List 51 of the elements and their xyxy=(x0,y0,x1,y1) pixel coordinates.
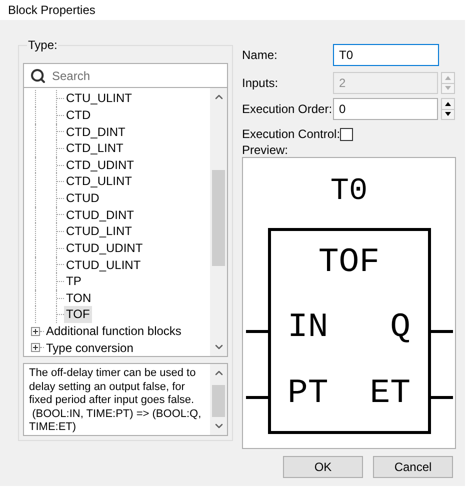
group-label: Type: xyxy=(27,38,58,52)
ok-button[interactable]: OK xyxy=(283,456,363,478)
spin-up-button[interactable] xyxy=(441,98,455,110)
triangle-up-icon xyxy=(445,102,451,106)
expand-icon[interactable] xyxy=(31,326,40,336)
tree-item[interactable]: CTU_ULINT xyxy=(64,90,134,107)
triangle-up-icon xyxy=(445,76,451,80)
input-pin-label: PT xyxy=(288,374,328,414)
tree-item[interactable]: CTUD_UDINT xyxy=(64,240,145,256)
tree-group[interactable]: Type conversion xyxy=(44,340,136,356)
spin-down-button[interactable] xyxy=(441,110,455,120)
scrollbar[interactable] xyxy=(210,88,227,356)
preview-label: Preview: xyxy=(242,143,290,157)
tree-item[interactable]: TP xyxy=(64,273,84,290)
tree-item[interactable]: TON xyxy=(64,290,94,306)
checkbox[interactable] xyxy=(340,128,354,140)
search-icon xyxy=(30,68,46,84)
instance-name: T0 xyxy=(330,174,368,210)
search-input[interactable]: Search xyxy=(52,66,221,85)
scrollbar[interactable] xyxy=(210,364,227,435)
expand-icon[interactable] xyxy=(31,343,40,352)
block-type: TOF xyxy=(317,242,381,284)
triangle-down-icon xyxy=(445,86,451,90)
output-pin-label: ET xyxy=(370,374,410,414)
description-text: The off-delay timer can be used to delay setting an output false, for fixed period after input goes false. (BOOL:IN, TIME:PT) => (BOOL:Q, TIME:ET) xyxy=(29,367,202,435)
tree-item[interactable]: CTD_DINT xyxy=(64,124,128,140)
checkbox-label: Execution Control: xyxy=(242,126,340,143)
output-pin-label: Q xyxy=(390,308,410,348)
triangle-down-icon xyxy=(445,112,451,116)
search-field[interactable]: Search xyxy=(23,63,228,88)
tree-item[interactable]: CTD_ULINT xyxy=(64,173,134,190)
tree-group[interactable]: Additional function blocks xyxy=(44,323,184,340)
tree-item[interactable]: CTUD_LINT xyxy=(64,223,134,240)
tree-item[interactable]: CTUD_ULINT xyxy=(64,256,143,274)
text-field[interactable]: T0 xyxy=(333,44,439,66)
number-field[interactable]: 0 xyxy=(333,98,438,120)
tree-item[interactable]: CTUD xyxy=(64,190,102,207)
tree-item[interactable]: CTD_LINT xyxy=(64,140,126,157)
tree-item[interactable]: CTD xyxy=(64,106,93,124)
scrollbar-thumb[interactable] xyxy=(212,170,225,266)
field-label: Execution Order: xyxy=(242,101,333,118)
field-label: Name: xyxy=(242,47,278,64)
tree-item[interactable]: CTUD_DINT xyxy=(64,206,136,224)
field-label: Inputs: xyxy=(242,75,280,92)
scrollbar-thumb[interactable] xyxy=(212,385,225,418)
type-tree[interactable]: CTU_ULINT CTD CTD_DINT CTD_LINT CTD_UDINT CTD_ULINT CTUD CTUD_DINT CTUD_LINT CTUD_UDINT CTUD_ULINT TP TON TOF Additional function blocks Type conversion xyxy=(23,88,228,358)
tree-item[interactable]: CTD_UDINT xyxy=(64,156,136,174)
input-pin-label: IN xyxy=(288,308,328,348)
tree-item[interactable]: TOF xyxy=(64,306,92,323)
cancel-button[interactable]: Cancel xyxy=(373,456,453,478)
window-title: Block Properties xyxy=(8,2,96,19)
